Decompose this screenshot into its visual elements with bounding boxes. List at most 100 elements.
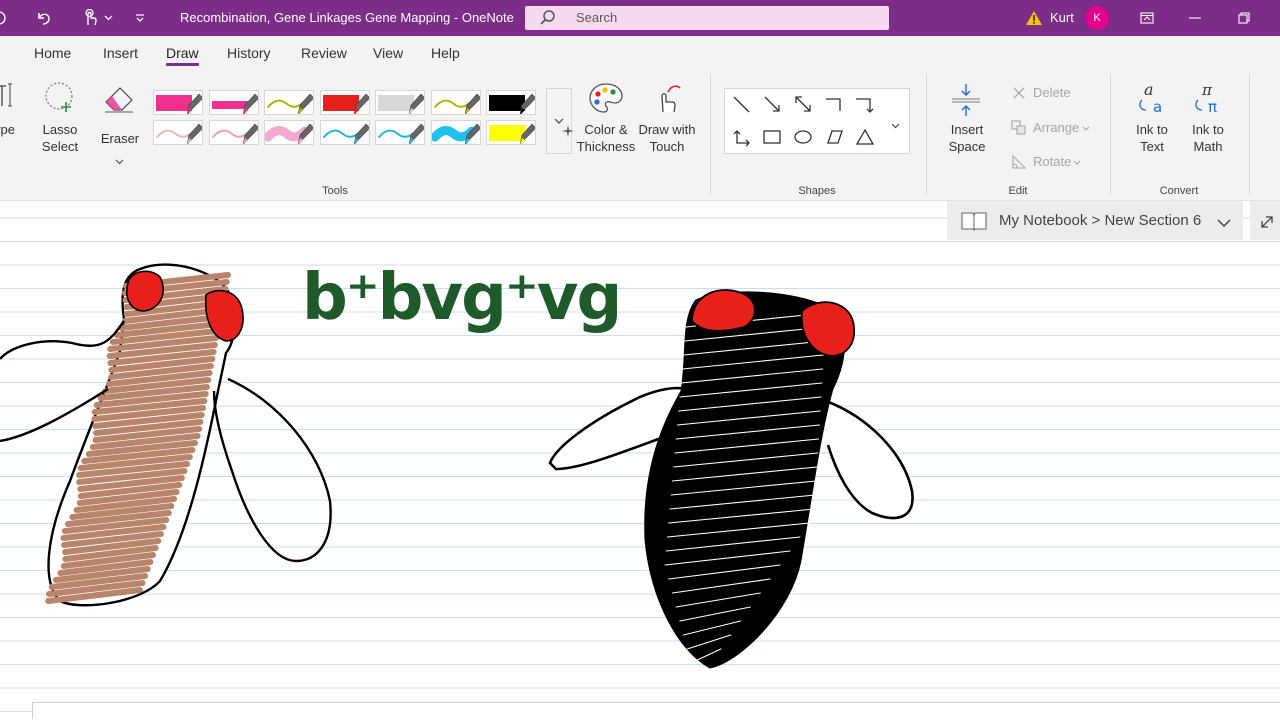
rectangle-shape-icon bbox=[763, 130, 781, 144]
ellipse-shape-icon bbox=[794, 130, 812, 144]
draw-with-touch-icon[interactable] bbox=[650, 82, 684, 116]
chevron-down-icon bbox=[1073, 160, 1081, 165]
ink-to-text-icon[interactable]: aa bbox=[1134, 80, 1170, 116]
pen-swatch[interactable] bbox=[319, 120, 370, 145]
group-label-convert: Convert bbox=[1159, 185, 1199, 197]
eye-right-fly-1 bbox=[691, 289, 756, 332]
tab-review[interactable]: Review bbox=[301, 36, 347, 70]
insert-space-label: Insert Space bbox=[948, 122, 986, 154]
ink-to-math-label: Ink to Math bbox=[1192, 122, 1224, 154]
pen-swatch[interactable] bbox=[375, 120, 425, 145]
pen-swatch[interactable] bbox=[486, 90, 536, 115]
color-thickness-label: Color & Thickness bbox=[576, 122, 636, 154]
tab-help[interactable]: Help bbox=[431, 36, 460, 70]
chevron-down-icon[interactable] bbox=[101, 0, 115, 36]
pen-swatch[interactable] bbox=[486, 120, 536, 145]
back-icon[interactable] bbox=[0, 0, 16, 36]
touch-mode-icon[interactable] bbox=[78, 0, 102, 36]
group-separator bbox=[1110, 74, 1111, 194]
group-label-tools: Tools bbox=[322, 185, 348, 197]
warning-icon[interactable] bbox=[1024, 0, 1044, 36]
ink-to-math-icon[interactable]: ππ bbox=[1190, 80, 1226, 116]
ink-to-text-label: Ink to Text bbox=[1136, 122, 1168, 154]
rotate-button[interactable]: Rotate bbox=[1011, 153, 1101, 171]
parallelogram-shape-icon bbox=[827, 130, 843, 144]
ribbon-tabs: Home Insert Draw History Review View Hel… bbox=[0, 36, 1280, 70]
user-name[interactable]: Kurt bbox=[1050, 0, 1074, 36]
pen-swatch[interactable] bbox=[264, 120, 314, 145]
elbow-double-arrow-shape-icon bbox=[733, 130, 750, 147]
tab-view[interactable]: View bbox=[373, 36, 403, 70]
type-label: ype bbox=[0, 122, 15, 137]
wing-left-fly-2 bbox=[212, 377, 332, 563]
double-arrow-shape-icon bbox=[795, 96, 811, 112]
minimize-icon[interactable] bbox=[1172, 0, 1218, 36]
restore-icon[interactable] bbox=[1221, 0, 1267, 36]
tab-history[interactable]: History bbox=[227, 36, 271, 70]
eraser-label: Eraser bbox=[100, 131, 140, 146]
pen-swatch[interactable] bbox=[153, 90, 203, 115]
expand-icon[interactable] bbox=[1250, 201, 1280, 240]
group-label-shapes: Shapes bbox=[798, 185, 836, 197]
svg-text:a: a bbox=[1144, 80, 1154, 99]
tab-insert[interactable]: Insert bbox=[103, 36, 138, 70]
customize-toolbar-icon[interactable] bbox=[132, 0, 148, 36]
avatar[interactable]: K bbox=[1085, 6, 1109, 30]
breadcrumb[interactable]: My Notebook > New Section 6 bbox=[947, 201, 1243, 240]
chevron-down-icon[interactable] bbox=[891, 116, 900, 134]
chevron-down-icon[interactable] bbox=[115, 152, 124, 170]
group-label-edit: Edit bbox=[1008, 185, 1028, 197]
arrow-shape-icon bbox=[764, 96, 780, 112]
horizontal-scrollbar[interactable] bbox=[32, 702, 1280, 719]
chevron-down-icon bbox=[1082, 126, 1090, 131]
notebook-icon bbox=[961, 211, 987, 235]
svg-text:a: a bbox=[1153, 98, 1162, 116]
eraser-icon[interactable] bbox=[101, 80, 139, 116]
search-icon bbox=[539, 9, 557, 30]
tab-draw[interactable]: Draw bbox=[166, 36, 199, 70]
pen-swatch[interactable] bbox=[264, 90, 314, 115]
palette-icon[interactable] bbox=[587, 82, 625, 116]
group-separator bbox=[710, 74, 711, 194]
elbow-arrow-shape-icon bbox=[856, 98, 874, 113]
eye-left-fly-1 bbox=[126, 270, 164, 312]
wing-right-fly-2 bbox=[825, 399, 914, 520]
arrange-button[interactable]: Arrange bbox=[1011, 119, 1101, 137]
pen-swatch[interactable] bbox=[319, 90, 370, 115]
chevron-down-icon[interactable] bbox=[1217, 215, 1231, 232]
window-title: Recombination, Gene Linkages Gene Mappin… bbox=[180, 10, 514, 25]
lasso-select-label: Lasso Select bbox=[41, 122, 79, 154]
draw-with-touch-label: Draw with Touch bbox=[638, 122, 696, 154]
type-text-icon[interactable] bbox=[0, 80, 20, 110]
pen-swatch[interactable] bbox=[153, 120, 203, 145]
triangle-shape-icon bbox=[855, 128, 875, 145]
lasso-select-icon[interactable] bbox=[40, 80, 80, 116]
title-bar: Recombination, Gene Linkages Gene Mappin… bbox=[0, 0, 1280, 36]
fly-drawing-left bbox=[0, 263, 332, 607]
breadcrumb-text: My Notebook > New Section 6 bbox=[999, 212, 1202, 229]
pen-swatch[interactable] bbox=[208, 120, 259, 145]
insert-space-icon[interactable] bbox=[950, 82, 982, 118]
shapes-gallery bbox=[724, 88, 910, 154]
pen-swatch[interactable] bbox=[430, 90, 481, 115]
tab-home[interactable]: Home bbox=[34, 36, 71, 70]
search-box[interactable]: Search bbox=[525, 6, 889, 30]
line-shape-icon bbox=[733, 96, 750, 113]
group-separator bbox=[1249, 74, 1250, 194]
rotate-icon bbox=[1012, 154, 1027, 169]
fly-drawing-right bbox=[548, 289, 914, 669]
ink-drawing[interactable]: b⁺bvg⁺vg bbox=[0, 201, 1280, 720]
pen-gallery bbox=[153, 90, 543, 150]
svg-text:π: π bbox=[1208, 98, 1217, 116]
ribbon-display-icon[interactable] bbox=[1124, 0, 1170, 36]
pen-swatch[interactable] bbox=[430, 120, 481, 145]
pen-swatch[interactable] bbox=[375, 90, 425, 115]
close-icon bbox=[1013, 87, 1025, 99]
undo-icon[interactable] bbox=[30, 0, 58, 36]
pen-swatch[interactable] bbox=[208, 90, 259, 115]
pen-gallery-more[interactable] bbox=[546, 88, 572, 154]
group-separator bbox=[926, 74, 927, 194]
search-placeholder: Search bbox=[576, 10, 618, 25]
elbow-shape-icon bbox=[826, 98, 841, 111]
ribbon: ype LassoSelect Eraser Color &Thickness … bbox=[0, 70, 1280, 201]
